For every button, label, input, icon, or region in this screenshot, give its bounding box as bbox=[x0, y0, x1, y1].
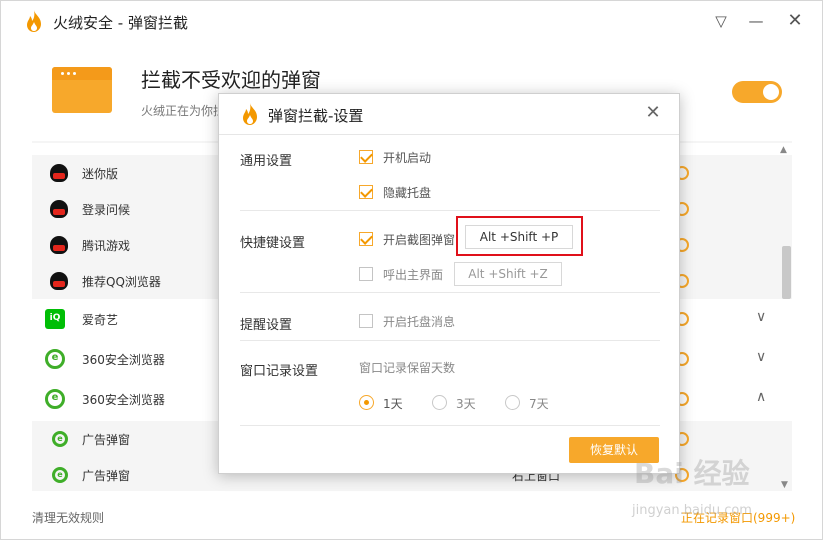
iqiyi-icon: iQ bbox=[45, 309, 65, 329]
divider bbox=[240, 292, 660, 293]
scroll-down-icon[interactable]: ▼ bbox=[781, 480, 788, 490]
qq-penguin-icon bbox=[50, 272, 68, 290]
divider bbox=[240, 425, 660, 426]
retention-3day-radio[interactable] bbox=[432, 395, 447, 410]
hotkey-settings-label: 快捷键设置 bbox=[240, 236, 306, 251]
rule-name: 爱奇艺 bbox=[82, 313, 119, 327]
huorong-flame-logo bbox=[27, 10, 41, 32]
rule-name: 广告弹窗 bbox=[82, 433, 131, 447]
360-browser-icon: e bbox=[45, 389, 65, 409]
divider bbox=[240, 210, 660, 211]
dialog-title: 弹窗拦截-设置 bbox=[268, 107, 364, 125]
rule-name: 腾讯游戏 bbox=[82, 239, 131, 253]
rule-name: 广告弹窗 bbox=[82, 469, 131, 483]
scroll-up-icon[interactable]: ▲ bbox=[780, 145, 787, 155]
page-subtitle: 火绒正在为你拦 bbox=[141, 104, 226, 118]
baidu-watermark-url: jingyan.baidu.com bbox=[632, 503, 752, 518]
menu-dropdown-icon[interactable]: ▽ bbox=[709, 9, 733, 33]
chevron-down-icon[interactable]: ∨ bbox=[756, 349, 766, 365]
scrollbar-thumb[interactable] bbox=[782, 246, 791, 299]
retention-option-label: 1天 bbox=[383, 397, 403, 411]
record-settings-label: 窗口记录设置 bbox=[240, 364, 319, 379]
settings-dialog: 弹窗拦截-设置 ✕ 通用设置 开机启动 隐藏托盘 快捷键设置 开启截图弹窗 Al… bbox=[218, 93, 680, 474]
huorong-flame-logo bbox=[243, 103, 257, 125]
page-title: 拦截不受欢迎的弹窗 bbox=[141, 68, 321, 92]
rule-name: 推荐QQ浏览器 bbox=[82, 275, 161, 289]
hide-tray-checkbox[interactable] bbox=[359, 185, 373, 199]
minimize-icon[interactable]: — bbox=[744, 9, 768, 33]
autostart-checkbox[interactable] bbox=[359, 150, 373, 164]
window-title: 火绒安全 - 弹窗拦截 bbox=[53, 14, 188, 32]
divider bbox=[240, 340, 660, 341]
tray-message-label: 开启托盘消息 bbox=[383, 315, 456, 329]
screenshot-popup-label: 开启截图弹窗 bbox=[383, 233, 456, 247]
360-browser-icon: e bbox=[52, 467, 68, 483]
qq-penguin-icon bbox=[50, 200, 68, 218]
chevron-down-icon[interactable]: ∨ bbox=[756, 309, 766, 325]
main-ui-label: 呼出主界面 bbox=[383, 268, 444, 282]
main-ui-hotkey-input[interactable]: Alt +Shift +Z bbox=[454, 262, 562, 286]
screenshot-popup-checkbox[interactable] bbox=[359, 232, 373, 246]
popup-block-toggle[interactable] bbox=[732, 81, 782, 103]
retention-7day-radio[interactable] bbox=[505, 395, 520, 410]
retention-days-label: 窗口记录保留天数 bbox=[359, 361, 456, 375]
general-settings-label: 通用设置 bbox=[240, 154, 293, 169]
divider bbox=[219, 134, 679, 135]
popup-window-icon bbox=[52, 67, 112, 113]
rule-name: 迷你版 bbox=[82, 167, 119, 181]
qq-penguin-icon bbox=[50, 236, 68, 254]
hotkey-highlight-box bbox=[456, 216, 583, 256]
dialog-close-icon[interactable]: ✕ bbox=[641, 101, 665, 125]
360-browser-icon: e bbox=[45, 349, 65, 369]
rule-name: 登录问候 bbox=[82, 203, 131, 217]
titlebar: 火绒安全 - 弹窗拦截 ▽ — ✕ bbox=[1, 1, 822, 41]
retention-1day-radio[interactable] bbox=[359, 395, 374, 410]
close-icon[interactable]: ✕ bbox=[783, 9, 807, 33]
rule-name: 360安全浏览器 bbox=[82, 353, 165, 367]
hide-tray-label: 隐藏托盘 bbox=[383, 186, 432, 200]
chevron-up-icon[interactable]: ∧ bbox=[756, 389, 766, 405]
clean-invalid-rules-link[interactable]: 清理无效规则 bbox=[32, 509, 104, 526]
retention-option-label: 7天 bbox=[529, 397, 549, 411]
baidu-watermark: Bai 经验 bbox=[634, 457, 750, 490]
retention-option-label: 3天 bbox=[456, 397, 476, 411]
autostart-label: 开机启动 bbox=[383, 151, 432, 165]
tray-message-checkbox[interactable] bbox=[359, 314, 373, 328]
rule-name: 360安全浏览器 bbox=[82, 393, 165, 407]
qq-penguin-icon bbox=[50, 164, 68, 182]
main-ui-checkbox[interactable] bbox=[359, 267, 373, 281]
360-browser-icon: e bbox=[52, 431, 68, 447]
reminder-settings-label: 提醒设置 bbox=[240, 318, 293, 333]
